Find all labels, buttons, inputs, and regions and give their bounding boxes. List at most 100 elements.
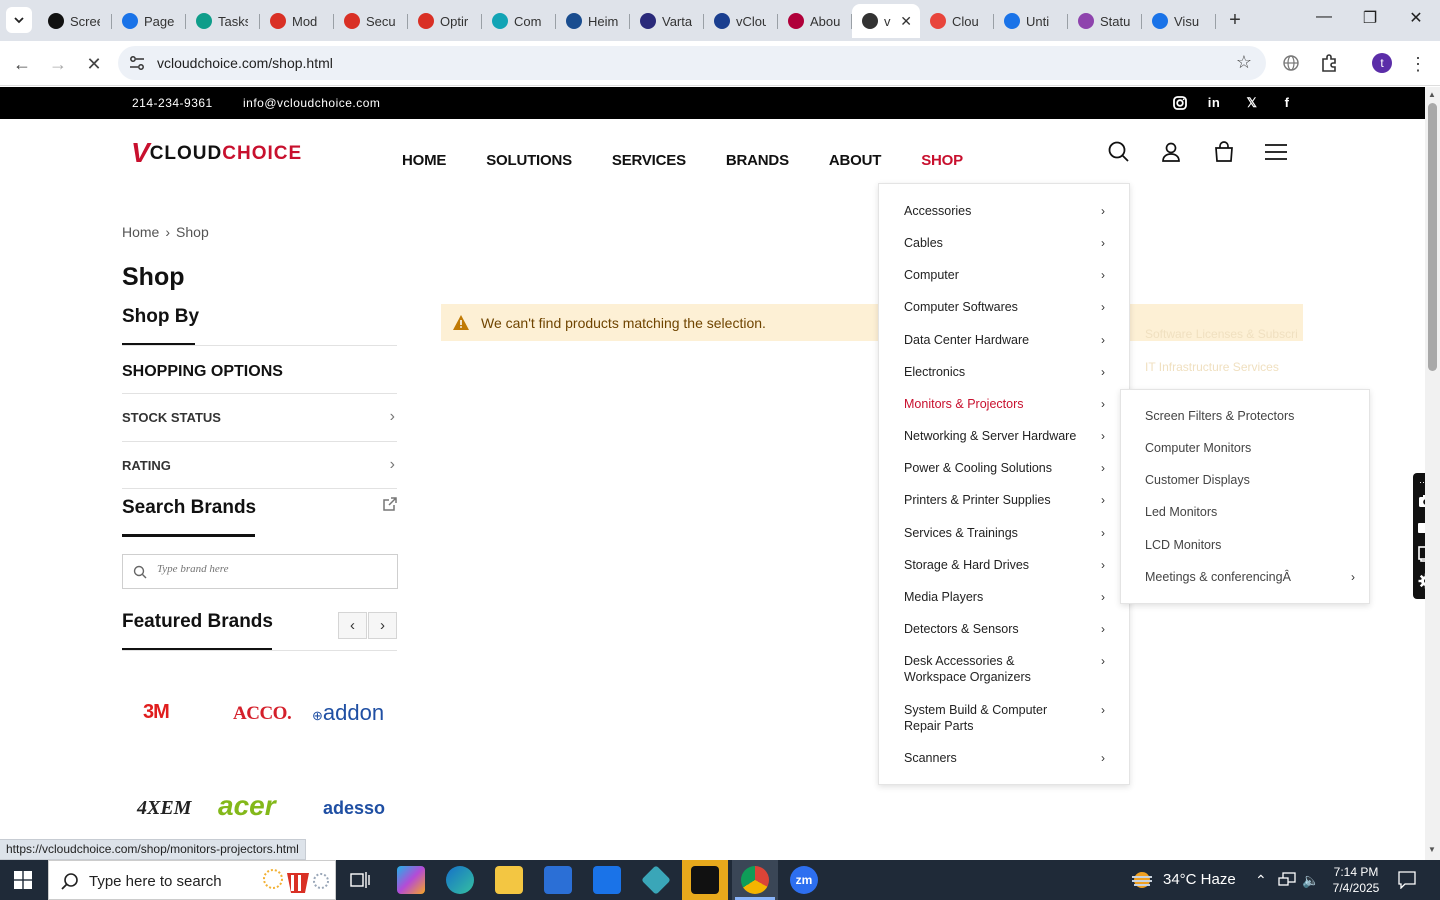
menu-item[interactable]: Accessories › [904, 203, 1114, 219]
browser-tab[interactable]: Tasks [186, 4, 260, 38]
minimize-button[interactable]: — [1312, 8, 1336, 26]
gear-icon[interactable] [1418, 573, 1425, 589]
brand-logo-adesso[interactable]: adesso [323, 798, 385, 819]
menu-item[interactable]: Scanners › [904, 750, 1114, 766]
zoom-app-icon[interactable]: zm [790, 866, 818, 894]
facebook-icon[interactable]: f [1279, 95, 1295, 111]
nav-solutions[interactable]: SOLUTIONS [486, 152, 572, 169]
phone-number[interactable]: 214-234-9361 [132, 96, 213, 110]
scroll-up-arrow-icon[interactable]: ▲ [1428, 90, 1436, 99]
x-twitter-icon[interactable]: 𝕏 [1244, 95, 1260, 111]
nav-home[interactable]: HOME [402, 152, 446, 169]
chrome-browser-icon[interactable] [741, 866, 769, 894]
browser-tab[interactable]: Page [112, 4, 186, 38]
browser-tab[interactable]: Abou [778, 4, 852, 38]
menu-item[interactable]: Storage & Hard Drives › [904, 557, 1114, 573]
browser-tab[interactable]: Clou [920, 4, 994, 38]
filter-stock-status[interactable]: STOCK STATUS › [122, 408, 397, 425]
menu-item[interactable]: Data Center Hardware › [904, 332, 1114, 348]
browser-tab[interactable]: vClou [704, 4, 778, 38]
search-icon[interactable] [1107, 140, 1131, 164]
nav-about[interactable]: ABOUT [829, 152, 882, 169]
scrollbar-thumb[interactable] [1428, 103, 1437, 371]
hamburger-menu-icon[interactable] [1264, 140, 1288, 164]
show-hidden-icons-chevron-up-icon[interactable]: ⌃ [1255, 872, 1267, 889]
cart-icon[interactable] [1212, 140, 1236, 164]
submenu-item[interactable]: LCD Monitors [1145, 538, 1355, 552]
notifications-icon[interactable] [1398, 871, 1416, 889]
url-text[interactable]: vcloudchoice.com/shop.html [157, 55, 333, 71]
brand-logo-3m[interactable]: 3M [143, 701, 170, 724]
file-explorer-icon[interactable] [495, 866, 523, 894]
menu-item[interactable]: Detectors & Sensors › [904, 621, 1114, 637]
menu-item[interactable]: Desk Accessories & Workspace Organizers › [904, 653, 1114, 685]
submenu-item[interactable]: Meetings & conferencingÂ › [1145, 570, 1355, 584]
browser-tab[interactable]: Heim [556, 4, 630, 38]
submenu-item[interactable]: Computer Monitors [1145, 441, 1355, 455]
brands-next-button[interactable]: › [368, 612, 397, 639]
mail-app-icon[interactable] [593, 866, 621, 894]
profile-avatar[interactable]: t [1372, 53, 1392, 73]
browser-tab[interactable]: Varta [630, 4, 704, 38]
submenu-item[interactable]: Led Monitors [1145, 505, 1355, 519]
maximize-button[interactable]: ❐ [1358, 8, 1382, 28]
taskbar-search-box[interactable]: Type here to search [48, 860, 336, 900]
close-tab-icon[interactable]: ✕ [900, 13, 912, 30]
browser-tab[interactable]: Scree [38, 4, 112, 38]
page-scrollbar[interactable]: ▲ ▼ [1425, 87, 1440, 860]
nav-shop[interactable]: SHOP [921, 152, 963, 169]
browser-tab[interactable]: Com [482, 4, 556, 38]
close-window-button[interactable]: ✕ [1404, 8, 1428, 28]
network-icon[interactable] [1278, 872, 1296, 888]
browser-tab[interactable]: Optir [408, 4, 482, 38]
video-camera-icon[interactable] [1417, 520, 1425, 536]
submenu-item[interactable]: Screen Filters & Protectors [1145, 409, 1355, 423]
menu-item[interactable]: Electronics › [904, 364, 1114, 380]
sticky-notes-icon[interactable] [691, 866, 719, 894]
brand-logo-acco[interactable]: ACCO. [233, 703, 292, 725]
browser-tab[interactable]: Secu [334, 4, 408, 38]
copilot-app-icon[interactable] [397, 866, 425, 894]
brands-prev-button[interactable]: ‹ [338, 612, 367, 639]
task-view-icon[interactable] [350, 871, 370, 889]
browser-tab[interactable]: Unti [994, 4, 1068, 38]
edge-browser-icon[interactable] [446, 866, 474, 894]
tab-search-button[interactable] [6, 7, 32, 33]
system-clock[interactable]: 7:14 PM 7/4/2025 [1330, 864, 1382, 896]
weather-text[interactable]: 34°C Haze [1163, 871, 1236, 888]
browser-menu-icon[interactable]: ⋮ [1406, 52, 1430, 76]
email-address[interactable]: info@vcloudchoice.com [243, 96, 380, 110]
menu-item[interactable]: Monitors & Projectors › [904, 396, 1114, 412]
address-bar[interactable]: vcloudchoice.com/shop.html ☆ [118, 46, 1266, 80]
back-button[interactable]: ← [10, 52, 34, 76]
brand-search-input[interactable] [157, 563, 387, 575]
menu-item[interactable]: Media Players › [904, 589, 1114, 605]
scroll-down-arrow-icon[interactable]: ▼ [1428, 845, 1436, 854]
menu-item[interactable]: System Build & Computer Repair Parts › [904, 702, 1114, 734]
site-logo[interactable]: V CLOUDCHOICE [131, 139, 302, 167]
linkedin-icon[interactable]: in [1206, 95, 1222, 111]
browser-tab[interactable]: Mod [260, 4, 334, 38]
microsoft-store-icon[interactable] [544, 866, 572, 894]
menu-item[interactable]: Printers & Printer Supplies › [904, 492, 1114, 508]
diamond-app-icon[interactable] [641, 865, 671, 895]
site-info-icon[interactable] [128, 54, 146, 72]
menu-item[interactable]: Computer Softwares › [904, 299, 1114, 315]
browser-tab[interactable]: Visu [1142, 4, 1216, 38]
filter-rating[interactable]: RATING › [122, 456, 397, 473]
window-capture-icon[interactable] [1418, 546, 1425, 562]
nav-services[interactable]: SERVICES [612, 152, 686, 169]
menu-item[interactable]: Networking & Server Hardware › [904, 428, 1114, 444]
menu-item[interactable]: Cables › [904, 235, 1114, 251]
account-icon[interactable] [1159, 140, 1183, 164]
external-link-icon[interactable] [382, 496, 398, 512]
breadcrumb-home[interactable]: Home [122, 224, 159, 240]
brand-logo-acer[interactable]: acer [218, 790, 276, 822]
brand-logo-addon[interactable]: ⊕addon [312, 700, 384, 726]
brand-logo-4xem[interactable]: 4XEM [137, 797, 191, 820]
translate-icon[interactable] [1282, 54, 1300, 72]
menu-item[interactable]: Computer › [904, 267, 1114, 283]
stop-loading-button[interactable]: ✕ [82, 52, 106, 76]
extensions-icon[interactable] [1319, 53, 1339, 73]
menu-item[interactable]: Services & Trainings › [904, 525, 1114, 541]
